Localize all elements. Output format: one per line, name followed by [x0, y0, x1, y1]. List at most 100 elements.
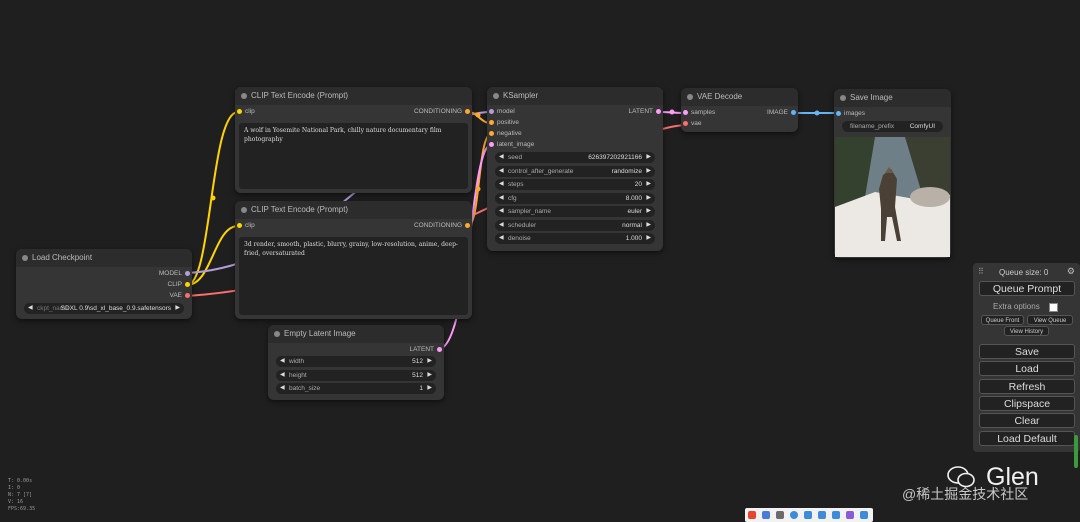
output-latent[interactable]: LATENT: [629, 107, 663, 117]
port-dot-icon[interactable]: [237, 109, 242, 114]
port-dot-icon[interactable]: [683, 110, 688, 115]
arrow-left-icon[interactable]: ◀: [499, 193, 504, 204]
input-clip[interactable]: clip: [235, 107, 255, 117]
input-model[interactable]: model: [487, 107, 515, 117]
refresh-button[interactable]: Refresh: [979, 379, 1075, 394]
widget-denoise[interactable]: ◀ denoise 1.000 ▶: [495, 233, 655, 244]
arrow-left-icon[interactable]: ◀: [499, 166, 504, 177]
save-image-node[interactable]: Save Image images filename_prefix ComfyU…: [834, 89, 951, 258]
output-model[interactable]: MODEL: [159, 269, 192, 279]
queue-front-button[interactable]: Queue Front: [981, 315, 1024, 325]
widget-width[interactable]: ◀ width 512 ▶: [276, 356, 436, 367]
input-positive[interactable]: positive: [487, 118, 519, 128]
save-button[interactable]: Save: [979, 344, 1075, 359]
arrow-left-icon[interactable]: ◀: [28, 303, 33, 314]
output-conditioning[interactable]: CONDITIONING: [414, 221, 472, 231]
port-dot-icon[interactable]: [185, 293, 190, 298]
port-dot-icon[interactable]: [489, 120, 494, 125]
mic-icon[interactable]: [804, 511, 812, 519]
arrow-right-icon[interactable]: ▶: [646, 233, 651, 244]
output-conditioning[interactable]: CONDITIONING: [414, 107, 472, 117]
scrollbar[interactable]: [1074, 435, 1078, 468]
output-image[interactable]: IMAGE: [767, 108, 798, 118]
port-dot-icon[interactable]: [791, 110, 796, 115]
arrow-right-icon[interactable]: ▶: [646, 206, 651, 217]
sogou-logo-icon[interactable]: [748, 511, 756, 519]
arrow-left-icon[interactable]: ◀: [499, 206, 504, 217]
prompt-textarea[interactable]: A wolf in Yosemite National Park, chilly…: [239, 123, 468, 189]
vae-decode-node[interactable]: VAE Decode samples vae IMAGE: [681, 88, 798, 132]
port-dot-icon[interactable]: [489, 142, 494, 147]
port-dot-icon[interactable]: [465, 223, 470, 228]
toolbox-icon[interactable]: [846, 511, 854, 519]
punctuation-icon[interactable]: [776, 511, 784, 519]
input-images[interactable]: images: [834, 109, 865, 119]
input-samples[interactable]: samples: [681, 108, 715, 118]
arrow-left-icon[interactable]: ◀: [499, 152, 504, 163]
port-dot-icon[interactable]: [437, 347, 442, 352]
arrow-right-icon[interactable]: ▶: [427, 370, 432, 381]
arrow-right-icon[interactable]: ▶: [646, 193, 651, 204]
input-latent-image[interactable]: latent_image: [487, 140, 534, 150]
skin-icon[interactable]: [832, 511, 840, 519]
arrow-right-icon[interactable]: ▶: [175, 303, 180, 314]
arrow-left-icon[interactable]: ◀: [280, 383, 285, 394]
clipspace-button[interactable]: Clipspace: [979, 396, 1075, 411]
arrow-left-icon[interactable]: ◀: [499, 220, 504, 231]
port-dot-icon[interactable]: [185, 282, 190, 287]
clip-text-encode-positive-node[interactable]: CLIP Text Encode (Prompt) clip CONDITION…: [235, 87, 472, 193]
port-dot-icon[interactable]: [489, 109, 494, 114]
output-clip[interactable]: CLIP: [168, 280, 192, 290]
widget-height[interactable]: ◀ height 512 ▶: [276, 370, 436, 381]
widget-sampler-name[interactable]: ◀ sampler_name euler ▶: [495, 206, 655, 217]
emoji-icon[interactable]: [790, 511, 798, 519]
output-image-preview[interactable]: [835, 137, 950, 257]
port-dot-icon[interactable]: [683, 121, 688, 126]
prompt-textarea[interactable]: 3d render, smooth, plastic, blurry, grai…: [239, 237, 468, 315]
widget-scheduler[interactable]: ◀ scheduler normal ▶: [495, 220, 655, 231]
queue-prompt-button[interactable]: Queue Prompt: [979, 281, 1075, 296]
view-history-button[interactable]: View History: [1004, 326, 1049, 336]
output-latent[interactable]: LATENT: [410, 345, 444, 355]
collapse-dot-icon[interactable]: [22, 255, 28, 261]
arrow-right-icon[interactable]: ▶: [646, 166, 651, 177]
load-checkpoint-node[interactable]: Load Checkpoint MODEL CLIP VAE ◀ ckpt_na…: [16, 249, 192, 319]
load-default-button[interactable]: Load Default: [979, 431, 1075, 446]
arrow-left-icon[interactable]: ◀: [280, 370, 285, 381]
widget-control-after-generate[interactable]: ◀ control_after_generate randomize ▶: [495, 166, 655, 177]
collapse-dot-icon[interactable]: [241, 93, 247, 99]
extra-options-checkbox[interactable]: [1049, 303, 1058, 312]
port-dot-icon[interactable]: [185, 271, 190, 276]
keyboard-icon[interactable]: [818, 511, 826, 519]
port-dot-icon[interactable]: [836, 111, 841, 116]
widget-steps[interactable]: ◀ steps 20 ▶: [495, 179, 655, 190]
collapse-dot-icon[interactable]: [840, 95, 846, 101]
settings-gear-icon[interactable]: ⚙: [1067, 266, 1075, 277]
input-negative[interactable]: negative: [487, 129, 522, 139]
arrow-left-icon[interactable]: ◀: [499, 233, 504, 244]
empty-latent-image-node[interactable]: Empty Latent Image LATENT ◀ width 512 ▶ ◀ he…: [268, 325, 444, 400]
arrow-right-icon[interactable]: ▶: [427, 383, 432, 394]
arrow-right-icon[interactable]: ▶: [646, 152, 651, 163]
ksampler-node[interactable]: KSampler model positive negative latent_…: [487, 87, 663, 251]
collapse-dot-icon[interactable]: [274, 331, 280, 337]
arrow-left-icon[interactable]: ◀: [280, 356, 285, 367]
ckpt-name-combo[interactable]: ◀ ckpt_name SDXL 0.9\sd_xl_base_0.9.safe…: [24, 303, 184, 314]
collapse-dot-icon[interactable]: [241, 207, 247, 213]
arrow-right-icon[interactable]: ▶: [427, 356, 432, 367]
output-vae[interactable]: VAE: [169, 291, 192, 301]
port-dot-icon[interactable]: [656, 109, 661, 114]
arrow-right-icon[interactable]: ▶: [646, 220, 651, 231]
input-clip[interactable]: clip: [235, 221, 255, 231]
widget-batch-size[interactable]: ◀ batch_size 1 ▶: [276, 383, 436, 394]
grid-icon[interactable]: [860, 511, 868, 519]
port-dot-icon[interactable]: [489, 131, 494, 136]
clear-button[interactable]: Clear: [979, 413, 1075, 428]
input-vae[interactable]: vae: [681, 119, 701, 129]
ime-icon[interactable]: [762, 511, 770, 519]
port-dot-icon[interactable]: [465, 109, 470, 114]
port-dot-icon[interactable]: [237, 223, 242, 228]
drag-handle-icon[interactable]: ⠿: [978, 267, 984, 276]
arrow-left-icon[interactable]: ◀: [499, 179, 504, 190]
widget-seed[interactable]: ◀ seed 626397202921166 ▶: [495, 152, 655, 163]
